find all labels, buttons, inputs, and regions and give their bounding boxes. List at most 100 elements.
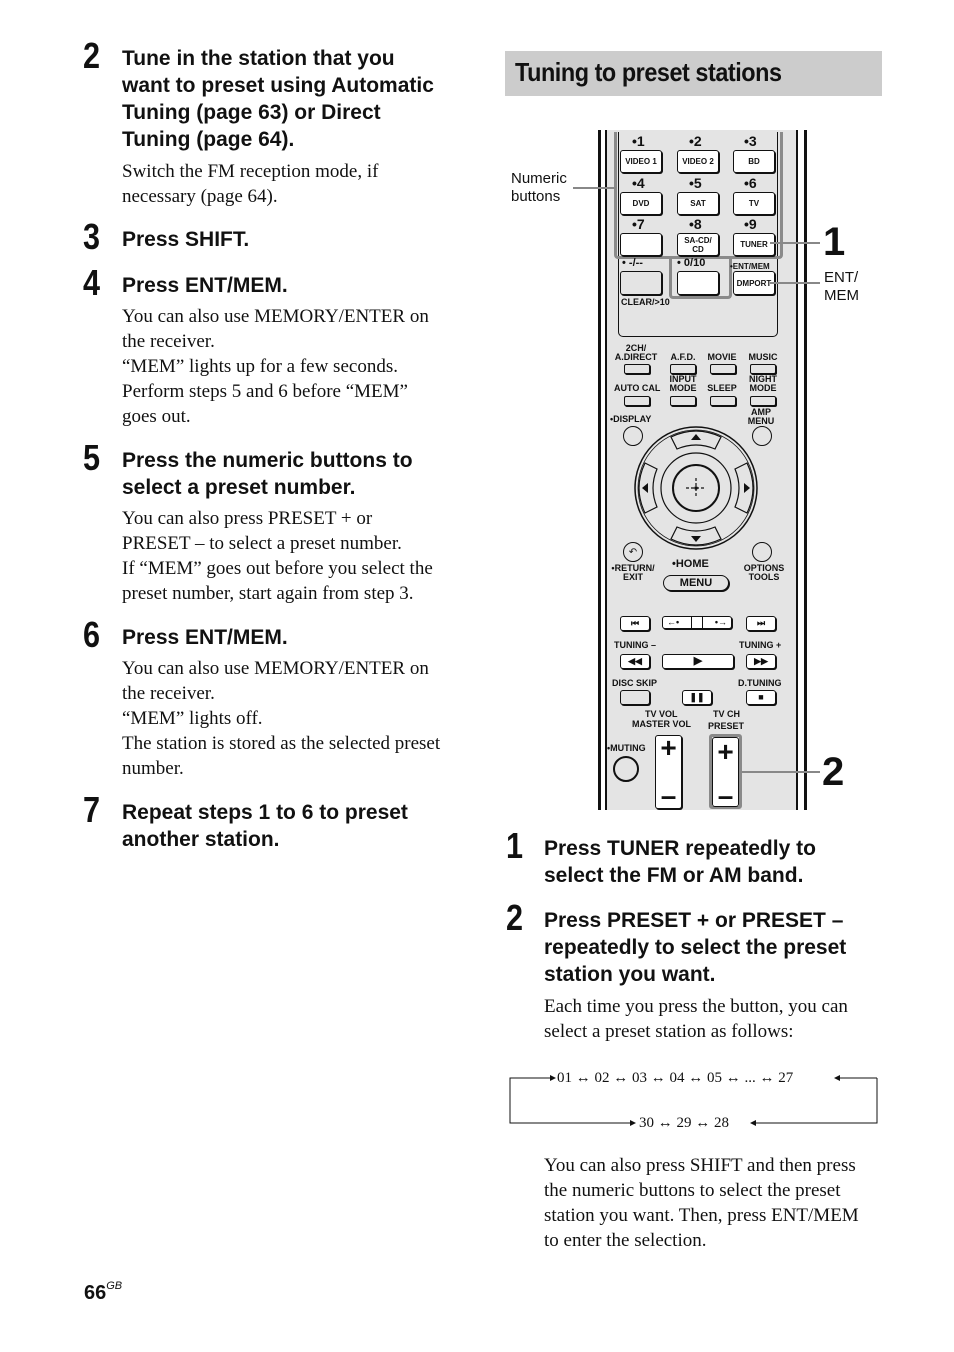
sleep-button[interactable] xyxy=(710,396,736,406)
preset-29: 29 xyxy=(676,1115,692,1131)
play-button[interactable]: ▶ xyxy=(662,654,734,669)
step-number-6: 6 xyxy=(83,614,101,655)
body-line: You can also use MEMORY/ENTER on xyxy=(122,306,429,327)
heading-line: Tuning (page 64). xyxy=(122,128,295,151)
step-number-2: 2 xyxy=(83,35,101,76)
step-5-body: You can also press PRESET + or PRESET – … xyxy=(122,506,433,606)
key-7-button[interactable] xyxy=(620,233,662,256)
preset-label: PRESET xyxy=(708,721,745,731)
auto-cal-label: AUTO CAL xyxy=(614,383,661,393)
tuning-minus-button[interactable]: ◀◀ xyxy=(620,654,650,669)
preset-sequence-bottom: 30 ↔ 29 ↔ 28 xyxy=(639,1116,729,1131)
right-step-number-2: 2 xyxy=(506,897,524,938)
body-line: goes out. xyxy=(122,406,191,427)
body-line: select a preset station as follows: xyxy=(544,1021,794,1042)
callout-line-text: buttons xyxy=(511,188,561,205)
body-line: You can also use MEMORY/ENTER on xyxy=(122,658,429,679)
tv-button[interactable]: TV xyxy=(733,192,775,215)
input-mode-button[interactable] xyxy=(670,396,696,406)
preset-28: 28 xyxy=(714,1115,729,1131)
return-exit-label: •RETURN/ EXIT xyxy=(611,563,655,582)
body-line: station you want. Then, press ENT/MEM xyxy=(544,1205,859,1226)
body-line: The station is stored as the selected pr… xyxy=(122,733,441,754)
dash-label: • -/-- xyxy=(622,257,643,269)
section-title: Tuning to preset stations xyxy=(515,57,782,87)
play-icon: ▶ xyxy=(693,655,703,667)
stop-button[interactable]: ■ xyxy=(746,690,776,705)
body-line: number. xyxy=(122,758,184,779)
page-number-value: 66 xyxy=(84,1282,107,1304)
preset-ellipsis: ... xyxy=(744,1070,756,1086)
section-header: Tuning to preset stations xyxy=(505,51,882,96)
step-5-heading: Press the numeric buttons to select a pr… xyxy=(122,447,413,501)
heading-line: Press TUNER repeatedly to xyxy=(544,837,816,860)
afd-button[interactable] xyxy=(670,364,696,374)
heading-line: select the FM or AM band. xyxy=(544,864,804,887)
heading-line: Press PRESET + or PRESET – xyxy=(544,909,844,932)
prev-track-button[interactable]: ⏮ xyxy=(620,616,650,631)
bd-button[interactable]: BD xyxy=(733,150,775,173)
tv-ch-label: TV CH xyxy=(713,709,740,719)
preset-rocker[interactable]: + – xyxy=(712,736,739,811)
next-track-button[interactable]: ⏭ xyxy=(746,616,776,631)
step-number-4: 4 xyxy=(83,262,101,303)
clear-button[interactable] xyxy=(620,271,662,295)
step-2-body: Switch the FM reception mode, if necessa… xyxy=(122,159,378,209)
tuning-minus-label: TUNING – xyxy=(614,640,657,650)
preset-up-icon: + xyxy=(717,736,734,767)
body-line: If “MEM” goes out before you select the xyxy=(122,558,433,579)
options-button[interactable] xyxy=(752,542,772,562)
sleep-label: SLEEP xyxy=(707,383,737,393)
key-label-6: •6 xyxy=(744,175,757,191)
zero-button[interactable] xyxy=(677,271,719,295)
sat-button[interactable]: SAT xyxy=(677,192,719,215)
heading-line: Repeat steps 1 to 6 to preset xyxy=(122,801,408,824)
preset-04: 04 xyxy=(669,1070,685,1086)
muting-button[interactable] xyxy=(613,756,639,782)
zero-label: • 0/10 xyxy=(677,257,706,269)
home-label: •HOME xyxy=(672,558,709,570)
body-line: the numeric buttons to select the preset xyxy=(544,1180,841,1201)
body-line: Switch the FM reception mode, if xyxy=(122,161,379,182)
music-label: MUSIC xyxy=(748,352,778,362)
dmport-button[interactable]: DMPORT xyxy=(733,271,775,295)
video2-button[interactable]: VIDEO 2 xyxy=(677,150,719,173)
heading-line: Tune in the station that you xyxy=(122,47,395,70)
replay-advance-button[interactable]: ←• •→ xyxy=(662,616,732,629)
callout-line-text: MEM xyxy=(824,287,859,304)
key-label-9: •9 xyxy=(744,216,757,232)
movie-button[interactable] xyxy=(710,364,736,374)
bidirectional-arrow-icon: ↔ xyxy=(647,1070,670,1086)
auto-cal-button[interactable] xyxy=(624,396,650,406)
music-button[interactable] xyxy=(750,364,776,374)
video1-button[interactable]: VIDEO 1 xyxy=(620,150,662,173)
disc-skip-button[interactable] xyxy=(620,690,650,705)
ent-mem-callout: ENT/ MEM xyxy=(824,269,859,305)
master-vol-label: MASTER VOL xyxy=(632,719,692,729)
sacd-cd-button[interactable]: SA-CD/ CD xyxy=(677,233,719,256)
vol-down-icon: – xyxy=(660,780,677,811)
home-menu-button[interactable]: MENU xyxy=(663,575,729,591)
bidirectional-arrow-icon: ↔ xyxy=(755,1070,779,1086)
tv-vol-label: TV VOL xyxy=(645,709,678,719)
tuner-button[interactable]: TUNER xyxy=(733,233,775,256)
heading-line: repeatedly to select the preset xyxy=(544,936,847,959)
master-vol-rocker[interactable]: + – xyxy=(655,732,682,811)
enter-button[interactable] xyxy=(672,464,720,512)
callout-2-leader xyxy=(742,771,820,773)
tuning-plus-button[interactable]: ▶▶ xyxy=(746,654,776,669)
dvd-button[interactable]: DVD xyxy=(620,192,662,215)
options-tools-label: OPTIONS TOOLS xyxy=(743,563,785,582)
step-4-body: You can also use MEMORY/ENTER on the rec… xyxy=(122,304,429,429)
replay-icon: ←• xyxy=(667,617,680,627)
body-line: Perform steps 5 and 6 before “MEM” xyxy=(122,381,408,402)
body-line: You can also press PRESET + or xyxy=(122,508,373,529)
preset-down-icon: – xyxy=(717,780,734,811)
return-button[interactable]: ↶ xyxy=(623,542,643,562)
preset-02: 02 xyxy=(594,1070,610,1086)
night-mode-button[interactable] xyxy=(750,396,776,406)
2ch-adirect-button[interactable] xyxy=(624,364,650,374)
tuning-plus-label: TUNING + xyxy=(739,640,782,650)
right-step-2-body: Each time you press the button, you can … xyxy=(544,994,848,1044)
pause-button[interactable]: ❚❚ xyxy=(682,690,712,705)
